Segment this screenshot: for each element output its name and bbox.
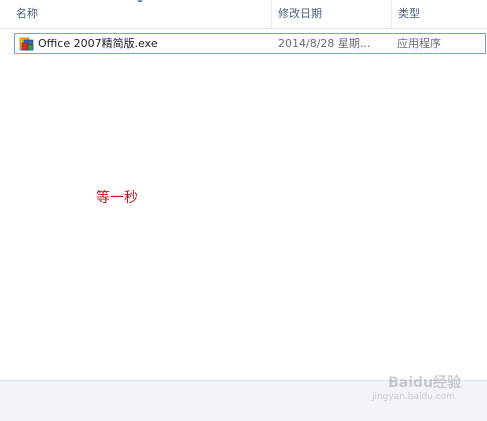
column-header-bar: 名称 修改日期 类型: [0, 0, 487, 29]
column-header-name[interactable]: 名称: [0, 0, 271, 28]
sort-ascending-icon: [137, 0, 143, 2]
baidu-watermark-url: jingyan.baidu.com: [371, 392, 455, 402]
column-header-type-label: 类型: [398, 7, 420, 20]
baidu-watermark: Baidu经验: [388, 375, 461, 391]
column-header-type[interactable]: 类型: [391, 0, 487, 28]
file-type: 应用程序: [397, 37, 441, 50]
file-name: Office 2007精简版.exe: [38, 37, 158, 50]
office-setup-icon: [19, 36, 35, 52]
annotation-text: 等一秒: [96, 190, 138, 206]
column-header-name-label: 名称: [16, 7, 38, 20]
column-header-date-modified[interactable]: 修改日期: [271, 0, 391, 28]
column-header-date-label: 修改日期: [278, 7, 322, 20]
file-date-modified: 2014/8/28 星期...: [278, 37, 371, 50]
file-row[interactable]: Office 2007精简版.exe 2014/8/28 星期... 应用程序: [14, 33, 486, 54]
file-explorer-view: 名称 修改日期 类型 Office 2007精简版.exe 2014/8/28 …: [0, 0, 487, 421]
